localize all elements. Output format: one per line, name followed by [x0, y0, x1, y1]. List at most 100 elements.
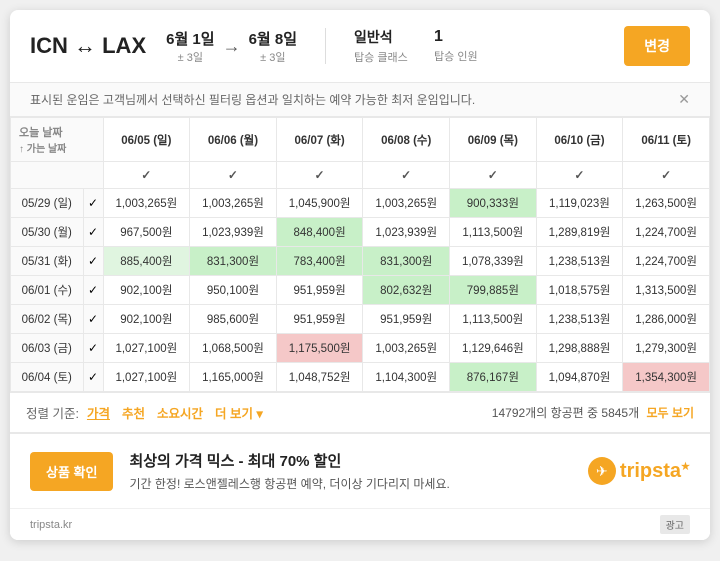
price-cell-r5-c5[interactable]: 1,298,888원 [536, 334, 623, 363]
price-cell-r2-c2[interactable]: 783,400원 [276, 247, 363, 276]
price-cell-r6-c2[interactable]: 1,048,752원 [276, 363, 363, 392]
price-cell-r2-c3[interactable]: 831,300원 [363, 247, 450, 276]
price-cell-r4-c5[interactable]: 1,238,513원 [536, 305, 623, 334]
price-cell-r5-c3[interactable]: 1,003,265원 [363, 334, 450, 363]
price-cell-r3-c0[interactable]: 902,100원 [103, 276, 190, 305]
price-cell-r6-c5[interactable]: 1,094,870원 [536, 363, 623, 392]
price-cell-r1-c6[interactable]: 1,224,700원 [623, 218, 710, 247]
divider [325, 28, 326, 64]
price-cell-r1-c0[interactable]: 967,500원 [103, 218, 190, 247]
price-cell-r3-c2[interactable]: 951,959원 [276, 276, 363, 305]
price-cell-r3-c1[interactable]: 950,100원 [190, 276, 277, 305]
price-cell-r6-c1[interactable]: 1,165,000원 [190, 363, 277, 392]
cabin-class-section: 일반석 탑승 클래스 [354, 27, 414, 65]
ad-check-button[interactable]: 상품 확인 [30, 452, 113, 491]
price-cell-r1-c2[interactable]: 848,400원 [276, 218, 363, 247]
price-cell-r4-c3[interactable]: 951,959원 [363, 305, 450, 334]
price-cell-r1-c1[interactable]: 1,023,939원 [190, 218, 277, 247]
price-cell-r0-c5[interactable]: 1,119,023원 [536, 189, 623, 218]
main-container: ICN ↔ LAX 6월 1일 ± 3일 → 6월 8일 ± 3일 일반석 탑승… [10, 10, 710, 540]
sort-price[interactable]: 가격 [87, 403, 110, 422]
price-cell-r6-c0[interactable]: 1,027,100원 [103, 363, 190, 392]
close-icon[interactable]: ✕ [678, 91, 690, 108]
row-date-0: 05/29 (일) [11, 189, 84, 218]
price-cell-r0-c1[interactable]: 1,003,265원 [190, 189, 277, 218]
row-check-3: ✓ [83, 276, 103, 305]
return-date-pm: ± 3일 [249, 49, 297, 65]
price-cell-r0-c6[interactable]: 1,263,500원 [623, 189, 710, 218]
price-cell-r1-c5[interactable]: 1,289,819원 [536, 218, 623, 247]
col-header-6[interactable]: 06/11 (토) [623, 118, 710, 162]
tripsta-icon: ✈ [588, 457, 616, 485]
check-0: ✓ [103, 162, 190, 189]
row-date-5: 06/03 (금) [11, 334, 84, 363]
ad-banner: 상품 확인 최상의 가격 믹스 - 최대 70% 할인 기간 한정! 로스앤젤레… [10, 433, 710, 508]
price-cell-r0-c2[interactable]: 1,045,900원 [276, 189, 363, 218]
price-cell-r2-c1[interactable]: 831,300원 [190, 247, 277, 276]
sort-label: 정렬 기준: [26, 403, 79, 422]
check-header [11, 162, 104, 189]
price-cell-r1-c3[interactable]: 1,023,939원 [363, 218, 450, 247]
col-header-0[interactable]: 06/05 (일) [103, 118, 190, 162]
price-cell-r2-c6[interactable]: 1,224,700원 [623, 247, 710, 276]
ad-text: 최상의 가격 믹스 - 최대 70% 할인 기간 한정! 로스앤젤레스행 항공편… [129, 450, 571, 492]
row-date-6: 06/04 (토) [11, 363, 84, 392]
return-date: 6월 8일 [249, 28, 297, 49]
price-cell-r4-c0[interactable]: 902,100원 [103, 305, 190, 334]
price-cell-r3-c5[interactable]: 1,018,575원 [536, 276, 623, 305]
ad-tag: 광고 [660, 515, 690, 534]
going-label: ↑ 가는 날짜 [19, 140, 99, 155]
col-header-4[interactable]: 06/09 (목) [450, 118, 537, 162]
price-cell-r2-c0[interactable]: 885,400원 [103, 247, 190, 276]
sort-bar: 정렬 기준: 가격 추천 소요시간 더 보기 ▾ 14792개의 항공편 중 5… [10, 392, 710, 433]
depart-date-pm: ± 3일 [166, 49, 214, 65]
col-header-3[interactable]: 06/08 (수) [363, 118, 450, 162]
price-cell-r5-c4[interactable]: 1,129,646원 [450, 334, 537, 363]
tripsta-logo: tripsta★ [620, 460, 690, 483]
price-cell-r2-c5[interactable]: 1,238,513원 [536, 247, 623, 276]
row-date-3: 06/01 (수) [11, 276, 84, 305]
price-cell-r5-c2[interactable]: 1,175,500원 [276, 334, 363, 363]
col-header-5[interactable]: 06/10 (금) [536, 118, 623, 162]
price-cell-r6-c4[interactable]: 876,167원 [450, 363, 537, 392]
sort-more[interactable]: 더 보기 ▾ [215, 403, 263, 422]
price-cell-r6-c6[interactable]: 1,354,300원 [623, 363, 710, 392]
view-all-link[interactable]: 모두 보기 [647, 406, 695, 420]
col-header-2[interactable]: 06/07 (화) [276, 118, 363, 162]
return-date-block: 6월 8일 ± 3일 [249, 28, 297, 65]
row-check-0: ✓ [83, 189, 103, 218]
cabin-label: 탑승 클래스 [354, 49, 414, 65]
price-cell-r3-c6[interactable]: 1,313,500원 [623, 276, 710, 305]
depart-date-block: 6월 1일 ± 3일 [166, 28, 214, 65]
sort-duration[interactable]: 소요시간 [157, 403, 203, 422]
price-cell-r5-c1[interactable]: 1,068,500원 [190, 334, 277, 363]
date-section: 6월 1일 ± 3일 → 6월 8일 ± 3일 [166, 28, 297, 65]
notice-text: 표시된 운임은 고객님께서 선택하신 필터링 옵션과 일치하는 예약 가능한 최… [30, 91, 475, 108]
price-cell-r4-c2[interactable]: 951,959원 [276, 305, 363, 334]
ad-url: tripsta.kr [30, 519, 72, 531]
price-cell-r2-c4[interactable]: 1,078,339원 [450, 247, 537, 276]
price-cell-r4-c4[interactable]: 1,113,500원 [450, 305, 537, 334]
price-cell-r0-c3[interactable]: 1,003,265원 [363, 189, 450, 218]
row-check-6: ✓ [83, 363, 103, 392]
price-cell-r5-c0[interactable]: 1,027,100원 [103, 334, 190, 363]
col-header-1[interactable]: 06/06 (월) [190, 118, 277, 162]
price-cell-r0-c4[interactable]: 900,333원 [450, 189, 537, 218]
price-cell-r3-c4[interactable]: 799,885원 [450, 276, 537, 305]
price-cell-r4-c1[interactable]: 985,600원 [190, 305, 277, 334]
sort-recommend[interactable]: 추천 [122, 403, 145, 422]
ad-logo-area: ✈ tripsta★ [588, 457, 690, 485]
today-label: 오늘 날짜 [19, 124, 99, 140]
price-cell-r5-c6[interactable]: 1,279,300원 [623, 334, 710, 363]
pax-label: 탑승 인원 [434, 48, 478, 64]
pax-section: 1 탑승 인원 [434, 28, 478, 64]
row-check-5: ✓ [83, 334, 103, 363]
row-check-1: ✓ [83, 218, 103, 247]
price-cell-r3-c3[interactable]: 802,632원 [363, 276, 450, 305]
price-cell-r4-c6[interactable]: 1,286,000원 [623, 305, 710, 334]
depart-date: 6월 1일 [166, 28, 214, 49]
price-cell-r0-c0[interactable]: 1,003,265원 [103, 189, 190, 218]
price-cell-r1-c4[interactable]: 1,113,500원 [450, 218, 537, 247]
change-button[interactable]: 변경 [624, 26, 690, 66]
price-cell-r6-c3[interactable]: 1,104,300원 [363, 363, 450, 392]
